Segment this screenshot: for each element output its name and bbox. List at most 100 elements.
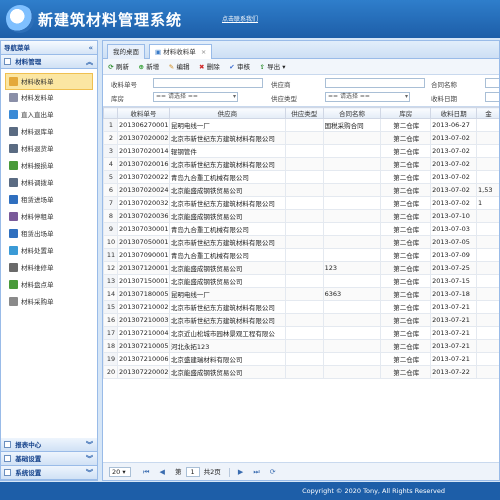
table-row[interactable]: 5 201307020022 青岛九合重工机械有限公司 第二仓库 2013-07-02 [103, 170, 499, 184]
chevron-down-icon[interactable]: ︾ [86, 466, 93, 480]
damage-icon [9, 161, 18, 170]
sidebar-item[interactable]: 材料盘点单 [1, 277, 97, 294]
table-row[interactable]: 20 201307220002 北京能盛成钢铁贸易公司 第二仓库 2013-07-22 [103, 365, 499, 379]
table-row[interactable]: 9 201307030001 青岛九合重工机械有限公司 第二仓库 2013-07-03 [103, 222, 499, 236]
chevron-down-icon: ▾ [404, 93, 408, 100]
sidebar-item[interactable]: 租赁出场单 [1, 226, 97, 243]
page-size-select[interactable]: 20 ▾ [109, 467, 131, 477]
row-number: 20 [103, 365, 118, 379]
issue-doc-icon [9, 93, 18, 102]
edit-button[interactable]: ✎ 编辑 [167, 59, 190, 75]
table-row[interactable]: 1 201306270001 昆明电线一厂 国税采购合同 第二仓库 2013-06-27 [103, 118, 499, 132]
sidebar-item[interactable]: 材料退货单 [1, 141, 97, 158]
add-button[interactable]: ⊕ 新增 [137, 59, 160, 75]
table-cell: 北京市新世纪东方建筑材料有限公司 [168, 300, 286, 314]
sidebar-item[interactable]: 材料收料单 [5, 73, 93, 90]
table-row[interactable]: 7 201307020032 北京市新世纪东方建筑材料有限公司 第二仓库 2013-07… [103, 196, 499, 210]
prev-page-icon[interactable]: ◀ [159, 468, 164, 476]
table-row[interactable]: 16 201307210003 北京市新世纪东方建筑材料有限公司 第二仓库 2013-0… [103, 313, 499, 327]
delete-button[interactable]: ✖ 删除 [198, 59, 220, 75]
lease-out-icon [9, 229, 18, 238]
sidebar-item[interactable]: 材料处置单 [1, 243, 97, 260]
sidebar-group-reports[interactable]: 报表中心 ︾ [1, 438, 97, 452]
table-cell: 青岛九合重工机械有限公司 [168, 248, 286, 262]
date-label: 收料日期 [431, 95, 457, 103]
collapse-left-icon[interactable]: « [88, 41, 93, 55]
table-cell: 北京能盛成钢铁贸易公司 [168, 261, 286, 275]
table-row[interactable]: 10 201307050001 北京市新世纪东方建筑材料有限公司 第二仓库 2013-0… [103, 235, 499, 249]
sidebar-item-label: 材料退库单 [21, 128, 54, 136]
table-row[interactable]: 8 201307020036 北京能盛成钢铁贸易公司 第二仓库 2013-07-10 [103, 209, 499, 223]
column-header[interactable]: 供应类型 [284, 107, 324, 119]
last-page-icon[interactable]: ⏭ [253, 468, 259, 476]
table-cell: 2013-07-25 [430, 261, 478, 275]
table-row[interactable]: 3 201307020014 辊钢管件 第二仓库 2013-07-02 [103, 144, 499, 158]
sidebar-group-materials[interactable]: 材料管理 ︽ [1, 55, 97, 69]
refresh-label: 刷新 [116, 63, 129, 71]
table-cell [284, 248, 324, 262]
doc-no-input[interactable] [153, 78, 263, 88]
reload-icon[interactable]: ⟳ [270, 468, 276, 476]
export-button[interactable]: ⇪ 导出 ▾ [258, 59, 285, 75]
chevron-down-icon[interactable]: ︾ [86, 452, 93, 466]
export-icon: ⇪ [259, 63, 265, 71]
table-cell [284, 118, 324, 132]
table-row[interactable]: 15 201307210002 北京市新世纪东方建筑材料有限公司 第二仓库 2013-0… [103, 300, 499, 314]
supplier-type-select[interactable]: == 请选择 == ▾ [325, 92, 410, 102]
table-cell [322, 300, 382, 314]
refresh-button[interactable]: ⟳ 刷新 [107, 59, 129, 75]
table-cell: 第二仓库 [380, 235, 432, 249]
column-header[interactable]: 金 [476, 107, 499, 119]
chevron-up-icon[interactable]: ︽ [86, 55, 93, 69]
table-row[interactable]: 12 201307120001 北京能盛成钢铁贸易公司 123 第二仓库 2013-07-… [103, 261, 499, 275]
table-row[interactable]: 19 201307210006 北京盛建瑞材料有限公司 第二仓库 2013-07-21 [103, 352, 499, 366]
table-row[interactable]: 18 201307210005 河北永拓123 第二仓库 2013-07-21 [103, 339, 499, 353]
table-cell: 昆明电线一厂 [168, 287, 286, 301]
contract-input[interactable] [485, 78, 499, 88]
table-row[interactable]: 11 201307090001 青岛九合重工机械有限公司 第二仓库 2013-07-09 [103, 248, 499, 262]
sidebar-item[interactable]: 材料停租单 [1, 209, 97, 226]
sidebar-item-label: 材料采购单 [21, 298, 54, 306]
edit-icon: ✎ [168, 63, 175, 71]
warehouse-select[interactable]: == 请选择 == ▾ [153, 92, 238, 102]
page-number-input[interactable]: 1 [185, 467, 200, 477]
contact-link[interactable]: 点击联系我们 [222, 14, 258, 23]
row-number: 6 [103, 183, 118, 197]
sidebar-group-system-settings[interactable]: 系统设置 ︾ [1, 466, 97, 480]
column-header[interactable]: 库房 [380, 107, 432, 119]
table-cell [476, 352, 499, 366]
table-row[interactable]: 2 201307020002 北京市新世纪东方建筑材料有限公司 第二仓库 2013-07… [103, 131, 499, 145]
column-header[interactable]: 合同名称 [322, 107, 382, 119]
table-row[interactable]: 17 201307210004 北京近山松城市园林景观工程有限公 第二仓库 2013-0… [103, 326, 499, 340]
close-icon[interactable]: × [201, 48, 206, 56]
sidebar-item[interactable]: 材料报损单 [1, 158, 97, 175]
tab-material-receipt[interactable]: ▣ 材料收料单 × [149, 44, 213, 59]
column-header[interactable]: 收料日期 [430, 107, 478, 119]
sidebar-item[interactable]: 材料退库单 [1, 124, 97, 141]
table-row[interactable]: 14 201307180005 昆明电线一厂 6363 第二仓库 2013-07-18 [103, 287, 499, 301]
next-page-icon[interactable]: ▶ [238, 468, 243, 476]
column-header[interactable]: 收料单号 [116, 107, 170, 119]
sidebar-item-label: 材料报损单 [21, 162, 54, 170]
sidebar-group-basic-settings[interactable]: 基础设置 ︾ [1, 452, 97, 466]
sidebar-item[interactable]: 租赁进场单 [1, 192, 97, 209]
sidebar-item-label: 租赁出场单 [21, 230, 54, 238]
table-cell: 201307020032 [116, 196, 170, 210]
sidebar-item[interactable]: 材料维修单 [1, 260, 97, 277]
date-input[interactable] [485, 92, 499, 102]
supplier-input[interactable] [325, 78, 425, 88]
sidebar-item[interactable]: 材料采购单 [1, 294, 97, 311]
row-number: 15 [103, 300, 118, 314]
app-header: 新建筑材料管理系统 点击联系我们 [0, 0, 500, 38]
sidebar-item[interactable]: 材料发料单 [1, 90, 97, 107]
audit-button[interactable]: ✔ 审核 [228, 59, 250, 75]
chevron-down-icon[interactable]: ︾ [86, 438, 93, 452]
table-row[interactable]: 4 201307020016 北京市新世纪东方建筑材料有限公司 第二仓库 2013-07… [103, 157, 499, 171]
table-row[interactable]: 6 201307020024 北京能盛成钢铁贸易公司 第二仓库 2013-07-02 1,… [103, 183, 499, 197]
table-row[interactable]: 13 201307150001 北京能盛成钢铁贸易公司 第二仓库 2013-07-15 [103, 274, 499, 288]
sidebar-item[interactable]: 直入直出单 [1, 107, 97, 124]
tab-my-desktop[interactable]: 我的桌面 [107, 44, 145, 59]
sidebar-item[interactable]: 材料调拨单 [1, 175, 97, 192]
column-header[interactable]: 供应商 [168, 107, 286, 119]
first-page-icon[interactable]: ⏮ [143, 468, 149, 476]
